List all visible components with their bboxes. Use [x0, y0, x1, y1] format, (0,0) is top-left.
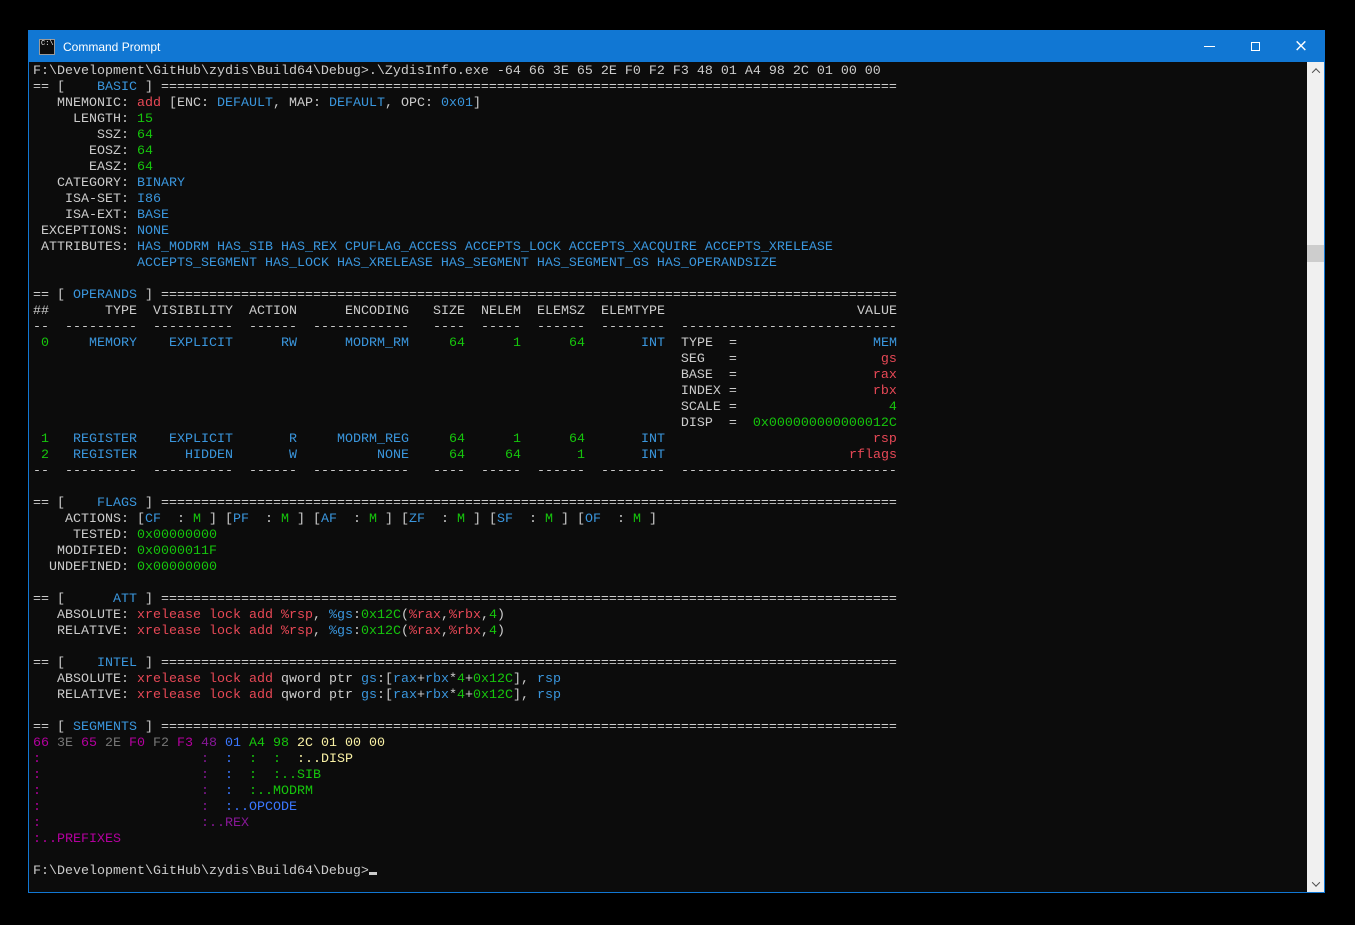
title-bar[interactable]: C:\ Command Prompt × [29, 31, 1324, 62]
terminal-line: EASZ: 64 [33, 160, 1307, 176]
text-cursor [369, 872, 377, 875]
window-title: Command Prompt [63, 40, 160, 54]
terminal-line: == [ INTEL ] ===========================… [33, 656, 1307, 672]
terminal-line: ACCEPTS_SEGMENT HAS_LOCK HAS_XRELEASE HA… [33, 256, 1307, 272]
terminal-line: : : : : : :..DISP [33, 752, 1307, 768]
terminal-line: EOSZ: 64 [33, 144, 1307, 160]
terminal-line: 1 REGISTER EXPLICIT R MODRM_REG 64 1 64 … [33, 432, 1307, 448]
cmd-app-icon[interactable]: C:\ [39, 39, 55, 55]
scroll-up-button[interactable] [1307, 62, 1324, 79]
chevron-down-icon [1311, 878, 1319, 886]
terminal-line: : : : :..MODRM [33, 784, 1307, 800]
terminal-line: TESTED: 0x00000000 [33, 528, 1307, 544]
terminal-output[interactable]: F:\Development\GitHub\zydis\Build64\Debu… [33, 64, 1307, 880]
terminal-line: ABSOLUTE: xrelease lock add %rsp, %gs:0x… [33, 608, 1307, 624]
terminal-line: : :..REX [33, 816, 1307, 832]
terminal-line: EXCEPTIONS: NONE [33, 224, 1307, 240]
terminal-line: ATTRIBUTES: HAS_MODRM HAS_SIB HAS_REX CP… [33, 240, 1307, 256]
terminal-line: 66 3E 65 2E F0 F2 F3 48 01 A4 98 2C 01 0… [33, 736, 1307, 752]
terminal-line: 0 MEMORY EXPLICIT RW MODRM_RM 64 1 64 IN… [33, 336, 1307, 352]
terminal-line: LENGTH: 15 [33, 112, 1307, 128]
terminal-line: ISA-SET: I86 [33, 192, 1307, 208]
chevron-up-icon [1311, 68, 1319, 76]
terminal-line: SSZ: 64 [33, 128, 1307, 144]
terminal-line: SEG = gs [33, 352, 1307, 368]
command-prompt-window: C:\ Command Prompt × F:\Development\GitH… [28, 30, 1325, 893]
terminal-line: == [ ATT ] =============================… [33, 592, 1307, 608]
terminal-line: ABSOLUTE: xrelease lock add qword ptr gs… [33, 672, 1307, 688]
terminal-line: -- --------- ---------- ------ ---------… [33, 320, 1307, 336]
terminal-line [33, 848, 1307, 864]
terminal-line: BASE = rax [33, 368, 1307, 384]
terminal-line: : : :..OPCODE [33, 800, 1307, 816]
terminal-line: == [ BASIC ] ===========================… [33, 80, 1307, 96]
terminal-line: RELATIVE: xrelease lock add qword ptr gs… [33, 688, 1307, 704]
terminal-line [33, 640, 1307, 656]
scrollbar-thumb[interactable] [1307, 245, 1324, 262]
scroll-down-button[interactable] [1307, 875, 1324, 892]
terminal-line: SCALE = 4 [33, 400, 1307, 416]
terminal-line: ## TYPE VISIBILITY ACTION ENCODING SIZE … [33, 304, 1307, 320]
window-controls: × [1186, 31, 1324, 62]
terminal-line: F:\Development\GitHub\zydis\Build64\Debu… [33, 64, 1307, 80]
terminal-line: CATEGORY: BINARY [33, 176, 1307, 192]
terminal-line: == [ SEGMENTS ] ========================… [33, 720, 1307, 736]
terminal-line: ACTIONS: [CF : M ] [PF : M ] [AF : M ] [… [33, 512, 1307, 528]
terminal-line [33, 480, 1307, 496]
terminal-line [33, 704, 1307, 720]
terminal-line: : : : : :..SIB [33, 768, 1307, 784]
close-button[interactable]: × [1278, 31, 1324, 62]
maximize-icon [1251, 42, 1260, 51]
terminal-line: ISA-EXT: BASE [33, 208, 1307, 224]
terminal-line: 2 REGISTER HIDDEN W NONE 64 64 1 INT rfl… [33, 448, 1307, 464]
terminal-line: UNDEFINED: 0x00000000 [33, 560, 1307, 576]
terminal-line: F:\Development\GitHub\zydis\Build64\Debu… [33, 864, 1307, 880]
minimize-icon [1204, 46, 1215, 47]
terminal-line: :..PREFIXES [33, 832, 1307, 848]
minimize-button[interactable] [1186, 31, 1232, 62]
terminal-line: RELATIVE: xrelease lock add %rsp, %gs:0x… [33, 624, 1307, 640]
cmd-icon-glyph: C:\ [41, 41, 54, 48]
terminal-line [33, 576, 1307, 592]
terminal-line: INDEX = rbx [33, 384, 1307, 400]
close-icon: × [1294, 38, 1308, 55]
maximize-button[interactable] [1232, 31, 1278, 62]
terminal-area[interactable]: F:\Development\GitHub\zydis\Build64\Debu… [29, 62, 1307, 892]
vertical-scrollbar[interactable] [1307, 62, 1324, 892]
terminal-line: -- --------- ---------- ------ ---------… [33, 464, 1307, 480]
terminal-line: MODIFIED: 0x0000011F [33, 544, 1307, 560]
terminal-line: == [ OPERANDS ] ========================… [33, 288, 1307, 304]
terminal-line: MNEMONIC: add [ENC: DEFAULT, MAP: DEFAUL… [33, 96, 1307, 112]
terminal-line [33, 272, 1307, 288]
terminal-line: == [ FLAGS ] ===========================… [33, 496, 1307, 512]
terminal-line: DISP = 0x000000000000012C [33, 416, 1307, 432]
